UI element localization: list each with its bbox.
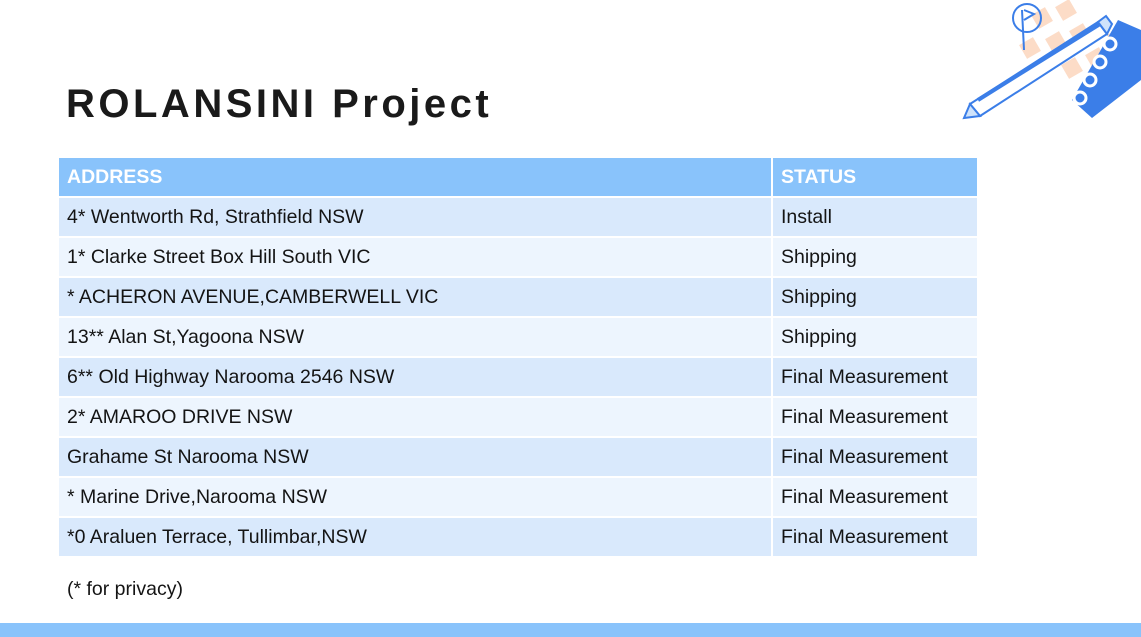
status-cell: Final Measurement — [771, 398, 977, 436]
slide-title: ROLANSINI Project — [66, 82, 493, 126]
table-row: *0 Araluen Terrace, Tullimbar,NSW Final … — [59, 518, 977, 556]
address-cell: * Marine Drive,Narooma NSW — [59, 478, 771, 516]
status-cell: Final Measurement — [771, 478, 977, 516]
table-row: 1* Clarke Street Box Hill South VIC Ship… — [59, 238, 977, 276]
status-cell: Final Measurement — [771, 518, 977, 556]
column-header-status: STATUS — [771, 158, 977, 196]
status-cell: Shipping — [771, 278, 977, 316]
table-row: 2* AMAROO DRIVE NSW Final Measurement — [59, 398, 977, 436]
bottom-accent-bar — [0, 623, 1141, 637]
address-cell: 2* AMAROO DRIVE NSW — [59, 398, 771, 436]
address-cell: 4* Wentworth Rd, Strathfield NSW — [59, 198, 771, 236]
table-row: * ACHERON AVENUE,CAMBERWELL VIC Shipping — [59, 278, 977, 316]
stationery-illustration — [962, 0, 1141, 120]
status-cell: Final Measurement — [771, 358, 977, 396]
table-row: Grahame St Narooma NSW Final Measurement — [59, 438, 977, 476]
table-row: 4* Wentworth Rd, Strathfield NSW Install — [59, 198, 977, 236]
table-row: 13** Alan St,Yagoona NSW Shipping — [59, 318, 977, 356]
address-cell: * ACHERON AVENUE,CAMBERWELL VIC — [59, 278, 771, 316]
address-cell: Grahame St Narooma NSW — [59, 438, 771, 476]
address-cell: 13** Alan St,Yagoona NSW — [59, 318, 771, 356]
table-row: 6** Old Highway Narooma 2546 NSW Final M… — [59, 358, 977, 396]
status-cell: Final Measurement — [771, 438, 977, 476]
status-cell: Install — [771, 198, 977, 236]
status-cell: Shipping — [771, 238, 977, 276]
address-cell: *0 Araluen Terrace, Tullimbar,NSW — [59, 518, 771, 556]
status-cell: Shipping — [771, 318, 977, 356]
privacy-footnote: (* for privacy) — [67, 578, 183, 600]
table-row: * Marine Drive,Narooma NSW Final Measure… — [59, 478, 977, 516]
column-header-address: ADDRESS — [59, 158, 771, 196]
table-header-row: ADDRESS STATUS — [59, 158, 977, 196]
project-status-table: ADDRESS STATUS 4* Wentworth Rd, Strathfi… — [59, 156, 977, 558]
address-cell: 6** Old Highway Narooma 2546 NSW — [59, 358, 771, 396]
address-cell: 1* Clarke Street Box Hill South VIC — [59, 238, 771, 276]
